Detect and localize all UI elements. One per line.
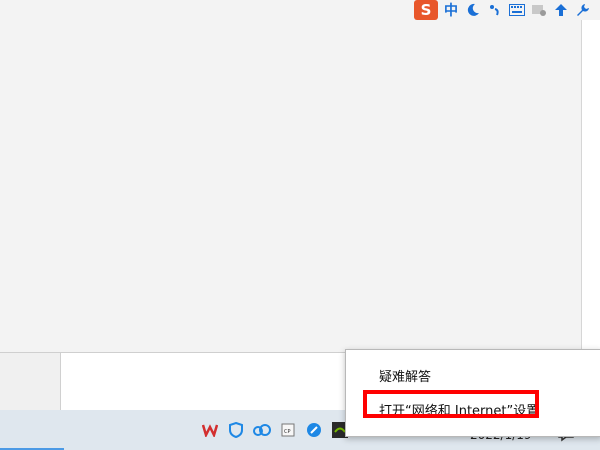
shield-icon[interactable] bbox=[226, 420, 246, 440]
moon-icon[interactable] bbox=[464, 1, 482, 19]
keyboard-icon[interactable] bbox=[508, 1, 526, 19]
network-context-menu: 疑难解答 打开“网络和 Internet”设置 bbox=[345, 349, 600, 437]
scrollbar[interactable] bbox=[581, 0, 600, 352]
menu-item-label: 疑难解答 bbox=[379, 369, 432, 385]
svg-text:CP: CP bbox=[284, 429, 291, 435]
upload-icon[interactable] bbox=[552, 1, 570, 19]
menu-item-troubleshoot[interactable]: 疑难解答 bbox=[346, 360, 600, 390]
menu-item-label: 打开“网络和 Internet”设置 bbox=[379, 403, 540, 419]
window-area bbox=[0, 0, 582, 352]
menu-item-open-network-settings[interactable]: 打开“网络和 Internet”设置 bbox=[346, 394, 600, 424]
chinese-mode-icon[interactable]: 中 bbox=[442, 1, 460, 19]
cloud-icon[interactable] bbox=[252, 420, 272, 440]
clipboard-icon[interactable]: CP bbox=[278, 420, 298, 440]
skin-icon[interactable] bbox=[530, 1, 548, 19]
ime-toolbar: S 中 bbox=[412, 0, 600, 20]
bottom-left-panel bbox=[0, 353, 61, 411]
wrench-icon[interactable] bbox=[574, 1, 592, 19]
feather-icon[interactable] bbox=[304, 420, 324, 440]
punctuation-icon[interactable] bbox=[486, 1, 504, 19]
sogou-logo-icon[interactable]: S bbox=[414, 0, 438, 20]
wps-icon[interactable] bbox=[200, 420, 220, 440]
